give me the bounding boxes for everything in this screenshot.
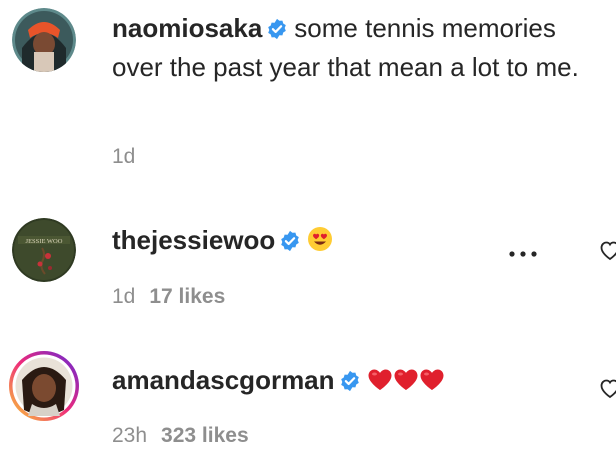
comment-likes[interactable]: 323 likes [161, 424, 249, 447]
verified-badge-icon [279, 225, 301, 261]
caption-comment: naomiosaka some tennis memories over the … [0, 0, 616, 190]
avatar[interactable]: JESSIE WOO [12, 218, 76, 282]
comment-timestamp[interactable]: 1d [112, 285, 135, 308]
avatar-text: JESSIE WOO [26, 238, 63, 245]
comment-username[interactable]: thejessiewoo [112, 225, 275, 255]
comment-timestamp[interactable]: 23h [112, 424, 147, 447]
like-heart-icon[interactable] [598, 376, 616, 400]
more-options-icon[interactable] [506, 246, 540, 262]
red-heart-emoji-icon [367, 365, 393, 401]
avatar[interactable] [8, 350, 80, 422]
verified-badge-icon [339, 365, 361, 401]
comment-meta: 1d [112, 145, 135, 169]
red-heart-emoji-icon [419, 365, 445, 401]
comment-username[interactable]: naomiosaka [112, 13, 262, 43]
comment-timestamp[interactable]: 1d [112, 145, 135, 168]
comment-username[interactable]: amandascgorman [112, 365, 335, 395]
comments-view: naomiosaka some tennis memories over the … [0, 0, 616, 462]
verified-badge-icon [266, 13, 288, 49]
comment-body: amandascgorman [112, 362, 586, 401]
comment-meta: 1d 17 likes [112, 285, 225, 309]
like-heart-icon[interactable] [598, 238, 616, 262]
heart-eyes-emoji-icon [307, 225, 333, 261]
red-heart-emoji-icon [393, 365, 419, 401]
comment-meta: 23h 323 likes [112, 424, 249, 448]
comment: JESSIE WOO thejessiewoo 1d 17 likes [0, 200, 616, 330]
comment-body: naomiosaka some tennis memories over the … [112, 10, 586, 85]
comment: amandascgorman 23h 323 likes [0, 340, 616, 462]
avatar[interactable] [12, 8, 76, 72]
comment-likes[interactable]: 17 likes [149, 285, 225, 308]
